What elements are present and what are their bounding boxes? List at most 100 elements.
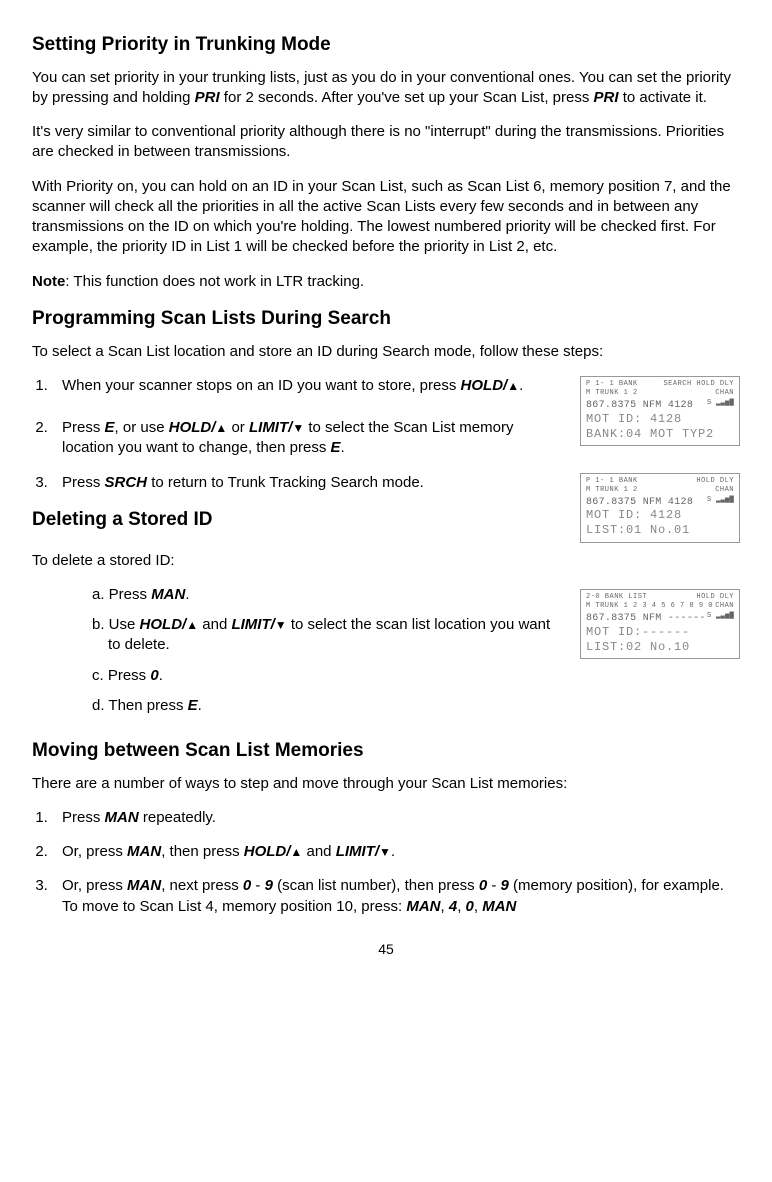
- heading-programming-scan-lists: Programming Scan Lists During Search: [32, 306, 740, 332]
- text: .: [391, 843, 395, 860]
- text: ,: [474, 898, 482, 915]
- text: and: [302, 843, 335, 860]
- lcd-display-1: P 1- 1 BANKSEARCH HOLD DLY M TRUNK 1 2CH…: [580, 376, 740, 446]
- triangle-up-icon: [215, 419, 227, 436]
- text: .: [519, 377, 523, 394]
- text: ,: [457, 898, 465, 915]
- sub-step-c: c. Press 0.: [92, 666, 740, 686]
- step-1: Press MAN repeatedly.: [52, 808, 740, 828]
- text: a. Press: [92, 586, 151, 603]
- paragraph: It's very similar to conventional priori…: [32, 122, 740, 163]
- note-text: : This function does not work in LTR tra…: [65, 273, 364, 290]
- note: Note: This function does not work in LTR…: [32, 272, 740, 292]
- lcd-text: MOT ID: 4128: [586, 509, 734, 522]
- text: Press: [62, 474, 105, 491]
- triangle-up-icon: [507, 377, 519, 394]
- text: Or, press: [62, 843, 127, 860]
- paragraph: There are a number of ways to step and m…: [32, 774, 740, 794]
- lcd-text: MOT ID: 4128: [586, 413, 734, 426]
- keyword-man: MAN: [482, 898, 516, 915]
- lcd-text: HOLD DLY: [696, 594, 734, 602]
- lcd-text: P 1- 1 BANK: [586, 478, 638, 486]
- lcd-text: CHAN: [715, 487, 734, 495]
- keyword-man: MAN: [127, 843, 161, 860]
- text: b. Use: [92, 616, 140, 633]
- page-number: 45: [0, 940, 772, 959]
- text: (scan list number), then press: [273, 877, 479, 894]
- text: , then press: [161, 843, 244, 860]
- heading-setting-priority: Setting Priority in Trunking Mode: [32, 32, 740, 58]
- lcd-text: M TRUNK 1 2 3 4 5 6 7 8 9 0: [586, 603, 713, 611]
- lcd-text: BANK:04 MOT TYP2: [586, 428, 734, 441]
- keyword-limit: LIMIT/: [231, 616, 274, 633]
- note-label: Note: [32, 273, 65, 290]
- keyword-hold: HOLD/: [244, 843, 291, 860]
- paragraph: To delete a stored ID:: [32, 551, 740, 571]
- lcd-text: 867.8375 NFM 4128: [586, 400, 693, 411]
- step-3: Or, press MAN, next press 0 - 9 (scan li…: [52, 876, 740, 917]
- paragraph: You can set priority in your trunking li…: [32, 68, 740, 109]
- text: repeatedly.: [139, 809, 216, 826]
- keyword-zero: 0: [466, 898, 474, 915]
- keyword-zero: 0: [479, 877, 487, 894]
- keyword-nine: 9: [501, 877, 509, 894]
- text: Press: [62, 809, 105, 826]
- lcd-text: M TRUNK 1 2: [586, 390, 638, 398]
- keyword-limit: LIMIT/: [249, 419, 292, 436]
- text: to activate it.: [619, 89, 707, 106]
- keyword-four: 4: [449, 898, 457, 915]
- keyword-pri: PRI: [195, 89, 220, 106]
- lcd-display-2: P 1- 1 BANK HOLD DLY M TRUNK 1 2 CHAN 867.…: [580, 473, 740, 543]
- paragraph: With Priority on, you can hold on an ID …: [32, 177, 740, 258]
- lcd-text: CHAN: [715, 390, 734, 398]
- step-2: Or, press MAN, then press HOLD/ and LIMI…: [52, 842, 740, 862]
- triangle-down-icon: [379, 843, 391, 860]
- text: Or, press: [62, 877, 127, 894]
- triangle-up-icon: [186, 616, 198, 633]
- text: c. Press: [92, 667, 150, 684]
- text: to return to Trunk Tracking Search mode.: [147, 474, 424, 491]
- keyword-nine: 9: [265, 877, 273, 894]
- text: When your scanner stops on an ID you wan…: [62, 377, 461, 394]
- text: ,: [441, 898, 449, 915]
- text: d. Then press: [92, 697, 188, 714]
- text: , next press: [161, 877, 243, 894]
- lcd-text: LIST:02 No.10: [586, 641, 734, 654]
- keyword-srch: SRCH: [105, 474, 148, 491]
- text: or: [227, 419, 249, 436]
- keyword-pri: PRI: [594, 89, 619, 106]
- triangle-down-icon: [275, 616, 287, 633]
- text: -: [251, 877, 264, 894]
- steps-list: Press MAN repeatedly. Or, press MAN, the…: [32, 808, 740, 917]
- text: for 2 seconds. After you've set up your …: [220, 89, 594, 106]
- keyword-limit: LIMIT/: [336, 843, 379, 860]
- keyword-man: MAN: [406, 898, 440, 915]
- lcd-text: 867.8375 NFM 4128: [586, 497, 693, 508]
- heading-moving-between-memories: Moving between Scan List Memories: [32, 738, 740, 764]
- keyword-man: MAN: [151, 586, 185, 603]
- lcd-text: HOLD DLY: [696, 478, 734, 486]
- paragraph: To select a Scan List location and store…: [32, 342, 740, 362]
- keyword-zero: 0: [243, 877, 251, 894]
- keyword-e: E: [331, 439, 341, 456]
- keyword-hold: HOLD/: [140, 616, 187, 633]
- signal-icon: S ▂▃▅▇: [707, 613, 734, 624]
- sub-step-d: d. Then press E.: [92, 696, 740, 716]
- text: -: [487, 877, 500, 894]
- lcd-text: P 1- 1 BANK: [586, 381, 638, 389]
- keyword-man: MAN: [127, 877, 161, 894]
- text: , or use: [115, 419, 169, 436]
- text: .: [185, 586, 189, 603]
- lcd-text: M TRUNK 1 2: [586, 487, 638, 495]
- text: Press: [62, 419, 105, 436]
- keyword-zero: 0: [150, 667, 158, 684]
- signal-icon: S ▂▃▅▇: [707, 400, 734, 411]
- text: .: [159, 667, 163, 684]
- keyword-e: E: [188, 697, 198, 714]
- signal-icon: S ▂▃▅▇: [707, 497, 734, 508]
- keyword-hold: HOLD/: [461, 377, 508, 394]
- lcd-text: LIST:01 No.01: [586, 524, 734, 537]
- keyword-man: MAN: [105, 809, 139, 826]
- lcd-text: 867.8375 NFM ------: [586, 613, 706, 624]
- triangle-down-icon: [292, 419, 304, 436]
